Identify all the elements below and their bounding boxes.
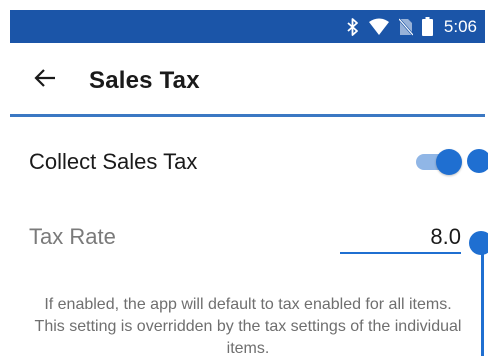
collect-sales-tax-switch[interactable] (416, 149, 464, 175)
status-icons: 5:06 (347, 10, 477, 43)
toolbar-divider (10, 114, 485, 117)
help-text: If enabled, the app will default to tax … (34, 296, 462, 356)
tax-rate-input[interactable] (340, 222, 461, 254)
arrow-left-icon (34, 68, 56, 92)
no-sim-icon (398, 17, 413, 36)
status-bar: 5:06 (10, 10, 485, 43)
status-time: 5:06 (443, 16, 477, 36)
page-title: Sales Tax (89, 67, 200, 94)
collect-sales-tax-label: Collect Sales Tax (29, 149, 198, 174)
battery-icon (421, 17, 433, 36)
back-button[interactable] (30, 65, 60, 95)
switch-thumb (436, 149, 462, 175)
sales-tax-screen: 5:06 Sales Tax Collect Sales Tax Tax Rat… (0, 0, 488, 356)
scrollbar-track[interactable] (481, 242, 484, 356)
wifi-icon (368, 18, 390, 36)
tax-rate-label: Tax Rate (29, 224, 116, 249)
bluetooth-icon (347, 17, 359, 36)
scrollbar-thumb[interactable] (469, 231, 488, 255)
toolbar: Sales Tax (10, 43, 485, 116)
scroll-indicator-dot (467, 149, 488, 173)
